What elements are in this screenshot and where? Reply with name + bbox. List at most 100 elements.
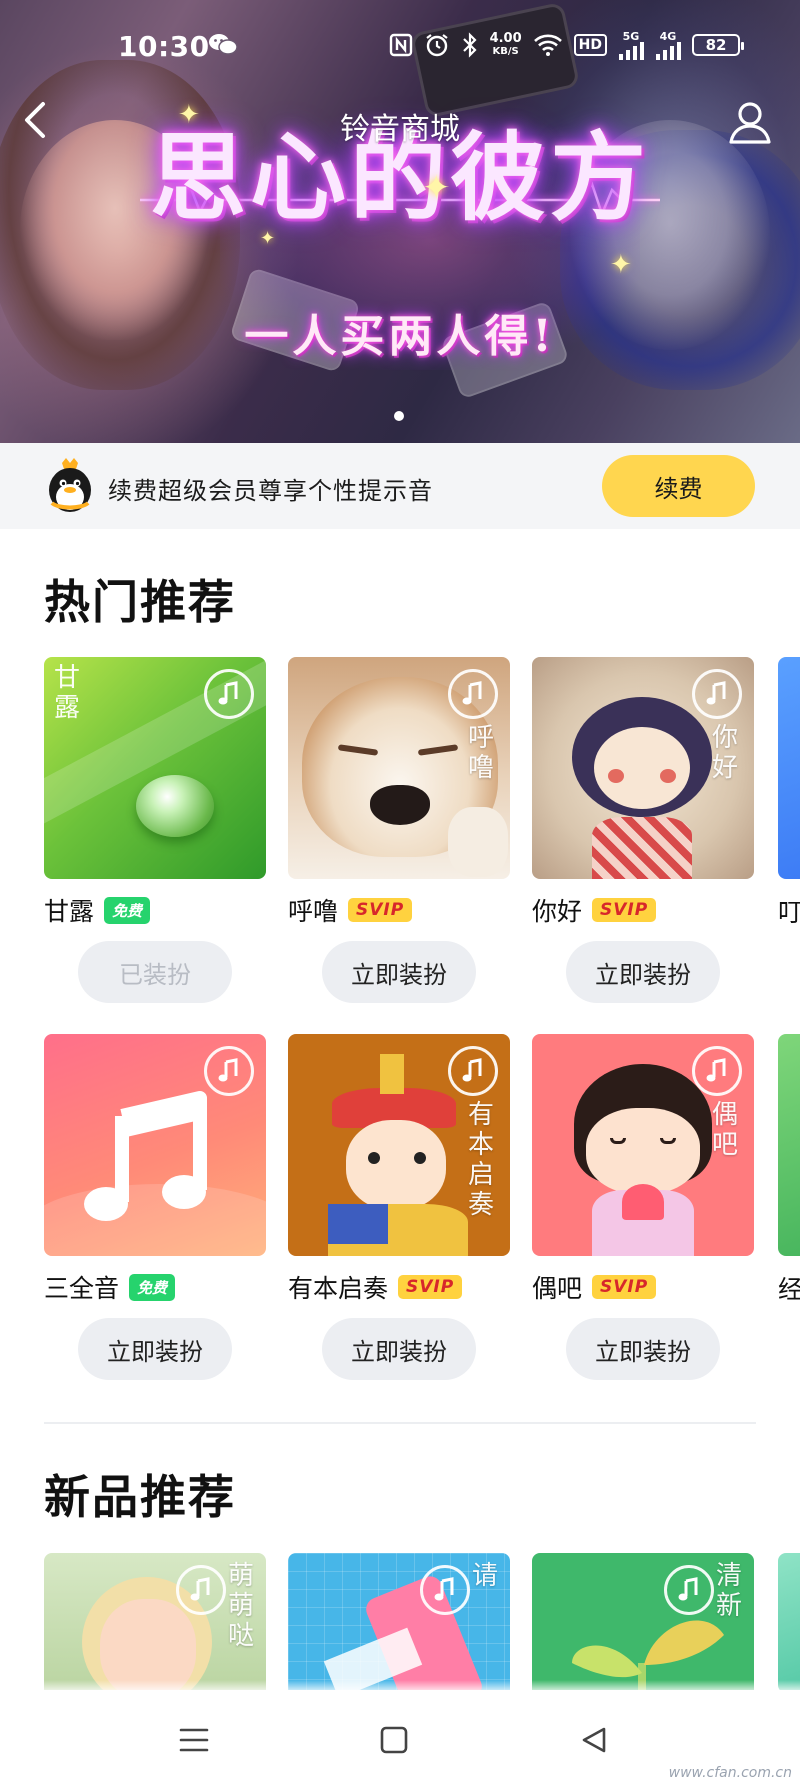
ringtone-thumbnail[interactable]: 清新 [532, 1553, 754, 1693]
wifi-icon [533, 34, 562, 56]
back-triangle-icon [582, 1727, 606, 1753]
play-note-icon [218, 681, 238, 705]
peek-card-thumb[interactable] [778, 1034, 800, 1256]
ringtone-name: 你好 [532, 897, 583, 926]
peek-card-thumb[interactable] [778, 657, 800, 879]
system-nav-bar: www.cfan.com.cn [0, 1690, 800, 1787]
signal-4g-icon: 4G [655, 31, 681, 60]
qq-penguin-icon [49, 458, 91, 512]
status-time: 10:30 [118, 30, 210, 63]
ringtone-name: 偶吧 [532, 1274, 583, 1303]
banner-page-dot[interactable] [394, 411, 404, 421]
ringtone-card[interactable]: 三全音 免费 立即装扮 [44, 1034, 266, 1380]
play-note-icon [434, 1577, 454, 1601]
ringtone-card[interactable]: 请 [288, 1553, 510, 1693]
ringtone-card[interactable]: 你好 你好 SVIP 立即装扮 [532, 657, 754, 1003]
ringtone-thumbnail[interactable]: 呼噜 [288, 657, 510, 879]
user-icon [729, 102, 771, 144]
sparkle-icon: ✦ [260, 228, 276, 249]
apply-button[interactable]: 立即装扮 [78, 1318, 232, 1380]
ringtone-thumbnail[interactable]: 你好 [532, 657, 754, 879]
network-speed: 4.00 KB/S [489, 31, 522, 57]
page-title: 铃音商城 [340, 112, 460, 147]
ringtone-thumbnail[interactable]: 请 [288, 1553, 510, 1693]
free-badge: 免费 [129, 1273, 176, 1301]
applied-button[interactable]: 已装扮 [78, 941, 232, 1003]
thumbnail-caption: 萌萌哒 [227, 1561, 254, 1651]
thumbnail-caption: 你好 [711, 723, 738, 783]
wechat-icon [209, 34, 238, 55]
bluetooth-icon [462, 32, 477, 58]
play-note-icon [218, 1058, 238, 1082]
ringtone-card[interactable]: 有本启奏 有本启奏 SVIP 立即装扮 [288, 1034, 510, 1380]
alarm-icon [425, 34, 448, 57]
svip-badge: SVIP [592, 1275, 657, 1299]
ringtone-name: 有本启奏 [288, 1274, 389, 1303]
free-badge: 免费 [104, 896, 151, 924]
svip-badge: SVIP [398, 1275, 463, 1299]
nav-back-button[interactable] [564, 1710, 624, 1770]
banner-tagline: 一人买两人得! [244, 311, 556, 362]
play-note-icon [706, 1058, 726, 1082]
thumbnail-caption: 甘露 [53, 663, 80, 723]
ringtone-card[interactable]: 甘露 甘露 免费 已装扮 [44, 657, 266, 1003]
preview-play-button[interactable] [204, 669, 254, 719]
play-note-icon [706, 681, 726, 705]
ringtone-card[interactable]: 清新 [532, 1553, 754, 1693]
svip-badge: SVIP [348, 898, 413, 922]
peek-card-thumb[interactable] [778, 1553, 800, 1693]
back-icon [25, 102, 45, 138]
sparkle-icon: ✦ [178, 100, 200, 130]
sparkle-icon: ✦ [610, 250, 632, 280]
preview-play-button[interactable] [448, 669, 498, 719]
sparkle-icon: ✦ [422, 168, 451, 208]
nfc-icon [389, 33, 412, 57]
preview-play-button[interactable] [664, 1565, 714, 1615]
ringtone-thumbnail[interactable]: 萌萌哒 [44, 1553, 266, 1693]
battery-indicator: 82 [692, 34, 744, 56]
preview-play-button[interactable] [692, 1046, 742, 1096]
play-note-icon [678, 1577, 698, 1601]
apply-button[interactable]: 立即装扮 [322, 941, 476, 1003]
ringtone-thumbnail[interactable]: 有本启奏 [288, 1034, 510, 1256]
play-note-icon [462, 681, 482, 705]
vip-promo-text: 续费超级会员尊享个性提示音 [108, 477, 433, 505]
play-note-icon [190, 1577, 210, 1601]
ringtone-name: 三全音 [44, 1274, 120, 1303]
thumbnail-caption: 有本启奏 [467, 1100, 494, 1220]
apply-button[interactable]: 立即装扮 [566, 1318, 720, 1380]
ringtone-name: 呼噜 [288, 897, 339, 926]
apply-button[interactable]: 立即装扮 [566, 941, 720, 1003]
ringtone-thumbnail[interactable] [44, 1034, 266, 1256]
signal-5g-icon: 5G [618, 31, 644, 60]
vip-renew-banner: 续费超级会员尊享个性提示音 续费 [0, 443, 800, 529]
peek-card-name: 叮 [778, 898, 800, 927]
thumbnail-caption: 请 [471, 1561, 498, 1591]
peek-card-name: 经 [778, 1275, 800, 1304]
preview-play-button[interactable] [448, 1046, 498, 1096]
ringtone-card[interactable]: 偶吧 偶吧 SVIP 立即装扮 [532, 1034, 754, 1380]
apply-button[interactable]: 立即装扮 [322, 1318, 476, 1380]
thumbnail-caption: 呼噜 [467, 723, 494, 783]
nav-home-button[interactable] [364, 1710, 424, 1770]
back-button[interactable] [14, 96, 58, 144]
ringtone-name: 甘露 [44, 897, 95, 926]
ringtone-thumbnail[interactable]: 偶吧 [532, 1034, 754, 1256]
ringtone-card[interactable]: 萌萌哒 [44, 1553, 266, 1693]
section-title-new: 新品推荐 [44, 1470, 236, 1524]
preview-play-button[interactable] [204, 1046, 254, 1096]
ringtone-thumbnail[interactable]: 甘露 [44, 657, 266, 879]
play-note-icon [462, 1058, 482, 1082]
user-profile-button[interactable] [724, 96, 776, 148]
preview-play-button[interactable] [176, 1565, 226, 1615]
thumbnail-caption: 偶吧 [711, 1100, 738, 1160]
menu-icon [179, 1728, 209, 1752]
section-title-hot: 热门推荐 [44, 575, 236, 629]
nav-menu-button[interactable] [164, 1710, 224, 1770]
preview-play-button[interactable] [420, 1565, 470, 1615]
renew-button[interactable]: 续费 [602, 455, 755, 517]
ringtone-card[interactable]: 呼噜 呼噜 SVIP 立即装扮 [288, 657, 510, 1003]
section-divider [44, 1422, 756, 1424]
preview-play-button[interactable] [692, 669, 742, 719]
thumbnail-caption: 清新 [715, 1561, 742, 1621]
